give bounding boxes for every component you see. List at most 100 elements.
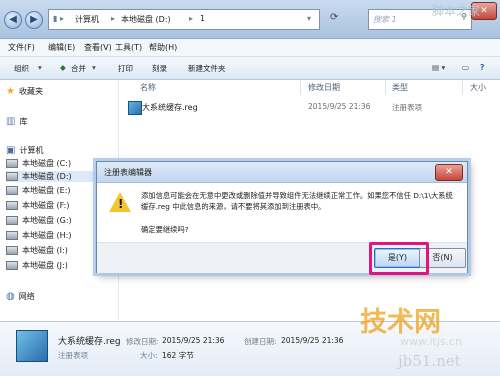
warning-exclamation-icon: ! [118,197,124,211]
breadcrumb-drive-d[interactable]: 本地磁盘 (D:) [121,14,171,25]
sidebar-item-label: 本地磁盘 (H:) [22,231,72,240]
sidebar-item-label: 本地磁盘 (D:) [22,172,72,181]
view-options-icon[interactable]: ▤ ▾ [432,63,445,72]
file-date: 2015/9/25 21:36 [308,102,371,111]
watermark-brand: 技术网 [360,307,441,338]
sidebar-item-label: 库 [19,117,28,126]
drive-icon [6,186,18,195]
command-bar: 组织 ▾ ◆ 合并 ▾ 打印 刻录 新建文件夹 ▤ ▾ ▭ ? [0,57,500,80]
dialog-title: 注册表编辑器 [104,168,152,177]
menu-file[interactable]: 文件(F) [8,42,35,53]
watermark-url: www.itjs.cn [400,335,463,348]
file-type: 注册表项 [392,103,422,112]
dialog-confirm-question: 确定要继续吗? [141,225,189,234]
sidebar-item-drive-e[interactable]: 本地磁盘 (E:) [6,185,71,196]
details-size-label: 大小: [140,351,158,360]
breadcrumb-separator-icon: ▸ [189,14,194,23]
sidebar-item-library[interactable]: ▥ 库 [6,116,27,127]
column-header-type[interactable]: 类型 [392,82,408,93]
watermark-site: jb51.net [398,352,461,370]
toolbar-burn[interactable]: 刻录 [152,63,167,74]
sidebar-item-label: 本地磁盘 (E:) [22,186,71,195]
file-row[interactable]: 大系统缓存.reg 2015/9/25 21:36 注册表项 [126,100,436,115]
star-icon: ★ [6,86,15,97]
column-header-name[interactable]: 名称 [140,82,156,93]
sidebar-item-network[interactable]: ◍ 网络 [6,291,35,302]
drive-icon [6,231,18,240]
search-placeholder: 搜索 1 [373,15,397,24]
drive-icon [6,261,18,270]
address-dropdown-icon[interactable]: ▾ [307,14,311,23]
drive-icon [6,172,18,181]
sidebar-item-label: 本地磁盘 (F:) [22,201,70,210]
sidebar-item-drive-d[interactable]: 本地磁盘 (D:) [6,171,106,182]
sidebar-item-label: 计算机 [19,146,44,155]
column-divider[interactable] [300,80,301,95]
breadcrumb-computer[interactable]: 计算机 [75,14,99,25]
sidebar-item-label: 本地磁盘 (C:) [22,159,72,168]
column-divider[interactable] [462,80,463,95]
details-created-value: 2015/9/25 21:36 [281,336,344,345]
details-file-name: 大系统缓存.reg [58,337,121,347]
details-created-label: 创建日期: [244,337,277,346]
column-divider[interactable] [385,80,386,95]
close-icon[interactable]: ✕ [435,164,463,181]
library-icon: ▥ [6,116,16,127]
sidebar-item-drive-i[interactable]: 本地磁盘 (I:) [6,245,68,256]
sidebar-item-drive-c[interactable]: 本地磁盘 (C:) [6,158,71,169]
sidebar-item-label: 本地磁盘 (I:) [22,246,68,255]
drive-icon [6,246,18,255]
help-icon[interactable]: ? [480,63,484,72]
title-bar: ◀ ▶ ▮ ▸ 计算机 ▸ 本地磁盘 (D:) ▸ 1 ▾ ⟳ 搜索 1 ⚲ ✕ [0,0,500,39]
drive-icon [6,159,18,168]
chevron-down-icon: ▾ [38,63,42,72]
registry-editor-dialog: 注册表编辑器 ✕ ! 添加信息可能会在无意中更改或删除值并导致组件无法继续正常工… [96,161,468,275]
dialog-message: 添加信息可能会在无意中更改或删除值并导致组件无法继续正常工作。如果您不信任 D:… [141,191,453,211]
menu-edit[interactable]: 编辑(E) [48,42,75,53]
refresh-icon[interactable]: ⟳ [330,12,338,23]
details-modified-label: 修改日期: [126,337,159,346]
details-size-value: 162 字节 [162,351,194,360]
sidebar-item-computer[interactable]: ▣ 计算机 [6,145,43,156]
network-icon: ◍ [6,291,15,302]
back-button[interactable]: ◀ [4,11,22,29]
menu-tools[interactable]: 工具(T) [115,42,142,53]
sidebar-item-drive-j[interactable]: 本地磁盘 (J:) [6,260,68,271]
sidebar-item-drive-h[interactable]: 本地磁盘 (H:) [6,230,72,241]
menu-help[interactable]: 帮助(H) [149,42,177,53]
toolbar-print[interactable]: 打印 [118,63,133,74]
sidebar-item-label: 网络 [18,292,35,301]
sidebar-item-drive-f[interactable]: 本地磁盘 (F:) [6,200,69,211]
sidebar-item-label: 本地磁盘 (G:) [22,216,72,225]
toolbar-new-folder[interactable]: 新建文件夹 [188,63,226,74]
preview-pane-icon[interactable]: ▭ [462,63,469,72]
toolbar-organize[interactable]: 组织 [14,63,29,74]
menu-view[interactable]: 查看(V) [84,42,112,53]
sidebar-item-label: 收藏夹 [18,87,43,96]
breadcrumb-folder-1[interactable]: 1 [200,14,205,23]
forward-button[interactable]: ▶ [25,11,43,29]
folder-icon: ▮ ▸ [53,14,64,23]
registry-file-icon [16,330,48,362]
file-name: 大系统缓存.reg [142,103,198,112]
registry-file-icon [128,101,142,115]
sidebar-item-favorites[interactable]: ★ 收藏夹 [6,86,43,97]
address-bar[interactable]: ▮ ▸ 计算机 ▸ 本地磁盘 (D:) ▸ 1 ▾ [48,9,320,30]
sidebar-item-drive-g[interactable]: 本地磁盘 (G:) [6,215,72,226]
toolbar-merge[interactable]: 合并 [71,63,86,74]
computer-icon: ▣ [6,145,16,156]
yes-button-highlight [369,242,429,275]
breadcrumb-separator-icon: ▸ [111,14,116,23]
chevron-down-icon: ▾ [92,63,96,72]
merge-icon: ◆ [60,63,66,72]
watermark-corner: 脚本之家 [432,4,481,18]
menu-bar: 文件(F) 编辑(E) 查看(V) 工具(T) 帮助(H) [0,39,500,57]
dialog-title-bar: 注册表编辑器 ✕ [97,162,467,183]
drive-icon [6,201,18,210]
column-header-date[interactable]: 修改日期 [308,82,340,93]
details-modified-value: 2015/9/25 21:36 [162,336,225,345]
sidebar-item-label: 本地磁盘 (J:) [22,261,68,270]
drive-icon [6,216,18,225]
column-header-size[interactable]: 大小 [470,82,486,93]
details-type: 注册表项 [58,351,88,360]
